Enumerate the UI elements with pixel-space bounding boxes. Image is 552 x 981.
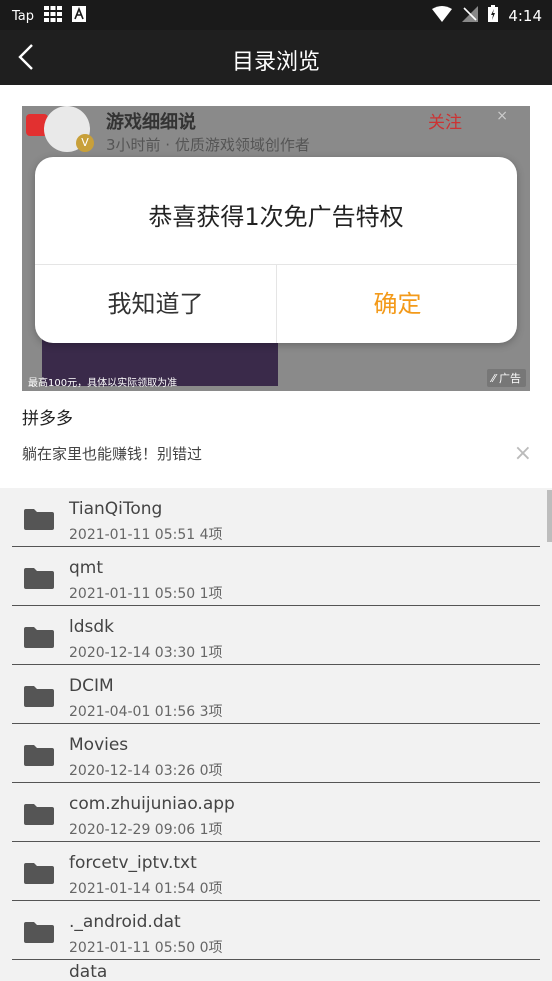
dialog-message: 恭喜获得1次免广告特权	[148, 203, 404, 231]
folder-icon	[24, 921, 54, 943]
list-item[interactable]: ldsdk 2020-12-14 03:30 1项	[12, 606, 540, 665]
file-info: 2021-01-14 01:54 0项	[69, 878, 223, 898]
confirm-button[interactable]: 确定	[277, 265, 517, 343]
file-name: TianQiTong	[69, 499, 163, 519]
list-item[interactable]: ._android.dat 2021-01-11 05:50 0项	[12, 901, 540, 960]
file-name: ldsdk	[69, 617, 115, 637]
list-item[interactable]: forcetv_iptv.txt 2021-01-14 01:54 0项	[12, 842, 540, 901]
file-info: 2021-04-01 01:56 3项	[69, 701, 223, 721]
ad-dismiss-button[interactable]: ×	[496, 108, 508, 124]
list-item[interactable]: Movies 2020-12-14 03:26 0项	[12, 724, 540, 783]
file-info: 2020-12-14 03:30 1项	[69, 642, 223, 662]
file-date: 2021-01-11 05:50	[69, 940, 196, 956]
list-item[interactable]: com.zhuijuniao.app 2020-12-29 09:06 1项	[12, 783, 540, 842]
file-date: 2020-12-29 09:06	[69, 822, 196, 838]
file-date: 2021-01-11 05:51	[69, 527, 196, 543]
no-signal-icon	[462, 5, 479, 26]
file-info: 2020-12-14 03:26 0项	[69, 760, 223, 780]
ad-tag-label: 广告	[499, 372, 521, 385]
list-item[interactable]: data	[12, 960, 540, 981]
folder-icon	[24, 803, 54, 825]
folder-icon	[24, 685, 54, 707]
file-count: 0项	[199, 940, 223, 956]
page-title: 目录浏览	[231, 50, 320, 75]
file-date: 2021-01-11 05:50	[69, 586, 196, 602]
ad-tag: ⁄⁄ 广告	[486, 369, 526, 387]
file-name: qmt	[69, 558, 104, 578]
follow-button[interactable]: 关注	[428, 108, 462, 133]
title-bar: 目录浏览	[0, 30, 552, 85]
dismiss-button[interactable]: 我知道了	[35, 265, 276, 343]
battery-icon	[488, 5, 499, 26]
file-info: 2021-01-11 05:51 4项	[69, 524, 223, 544]
ad-note: 最高100元，具体以实际领取为准	[28, 378, 178, 389]
folder-icon	[24, 508, 54, 530]
folder-icon	[24, 862, 54, 884]
folder-icon	[24, 744, 54, 766]
verified-badge-icon: V	[76, 134, 94, 152]
scrollbar[interactable]	[547, 490, 552, 542]
list-item[interactable]: TianQiTong 2021-01-11 05:51 4项	[12, 488, 540, 547]
ad-logo-icon: ⁄⁄	[491, 372, 499, 385]
grid-icon	[44, 6, 63, 26]
file-count: 4项	[199, 527, 223, 543]
list-item[interactable]: qmt 2021-01-11 05:50 1项	[12, 547, 540, 606]
file-date: 2020-12-14 03:30	[69, 645, 196, 661]
close-icon[interactable]: ×	[514, 441, 532, 466]
status-app-label: Tap	[12, 8, 35, 24]
file-name: forcetv_iptv.txt	[69, 853, 197, 873]
file-count: 0项	[199, 763, 223, 779]
file-date: 2021-01-14 01:54	[69, 881, 196, 897]
file-count: 0项	[199, 881, 223, 897]
ad-author: 游戏细细说	[106, 112, 196, 133]
status-bar: Tap 4:14	[0, 0, 552, 30]
file-date: 2021-04-01 01:56	[69, 704, 196, 720]
file-name: ._android.dat	[69, 912, 181, 932]
file-name: DCIM	[69, 676, 114, 696]
ad-slogan: 躺在家里也能赚钱！别错过	[22, 445, 203, 463]
folder-icon	[24, 626, 54, 648]
ad-header: V 游戏细细说 3小时前 · 优质游戏领域创作者 关注 ×	[22, 106, 530, 156]
file-info: 2020-12-29 09:06 1项	[69, 819, 223, 839]
file-name: data	[69, 962, 108, 981]
file-count: 1项	[199, 645, 223, 661]
folder-icon	[24, 567, 54, 589]
file-count: 3项	[199, 704, 223, 720]
file-count: 1项	[199, 586, 223, 602]
file-list: TianQiTong 2021-01-11 05:51 4项 qmt 2021-…	[0, 488, 552, 981]
status-time: 4:14	[508, 6, 542, 25]
reward-dialog: 恭喜获得1次免广告特权 我知道了 确定	[35, 157, 517, 343]
file-name: com.zhuijuniao.app	[69, 794, 235, 814]
ad-brand: 拼多多	[22, 409, 73, 429]
file-info: 2021-01-11 05:50 0项	[69, 937, 223, 957]
wifi-icon	[432, 5, 453, 26]
ad-meta: 3小时前 · 优质游戏领域创作者	[106, 136, 310, 154]
notification-icon	[72, 6, 87, 26]
file-name: Movies	[69, 735, 129, 755]
file-date: 2020-12-14 03:26	[69, 763, 196, 779]
list-item[interactable]: DCIM 2021-04-01 01:56 3项	[12, 665, 540, 724]
file-count: 1项	[199, 822, 223, 838]
file-info: 2021-01-11 05:50 1项	[69, 583, 223, 603]
